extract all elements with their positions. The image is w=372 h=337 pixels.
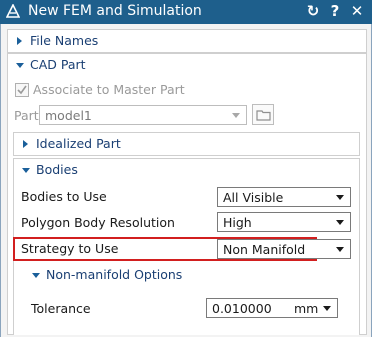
bodies-section: Bodies Bodies to Use All Visible Polygon… [13,158,360,335]
bodies-to-use-select[interactable]: All Visible [217,187,351,207]
section-title: File Names [30,33,99,48]
tolerance-unit[interactable]: mm [294,301,318,316]
tolerance-label: Tolerance [31,301,91,316]
idealized-part-header[interactable]: Idealized Part [14,133,359,155]
bodies-to-use-value: All Visible [223,190,284,205]
dialog-body: File Names CAD Part Associate to Master … [0,24,372,337]
nonmanifold-options-header[interactable]: Non-manifold Options [24,264,274,286]
associate-label: Associate to Master Part [33,82,185,97]
associate-checkbox[interactable] [15,83,29,97]
part-select[interactable]: model1 [39,105,247,125]
open-folder-button[interactable] [252,104,274,125]
section-title: CAD Part [30,57,86,72]
close-icon[interactable]: ✕ [349,1,365,21]
bodies-header[interactable]: Bodies [14,159,359,181]
tolerance-value[interactable]: 0.010000 [212,301,272,316]
expand-arrow-icon [17,37,22,45]
polygon-resolution-select[interactable]: High [217,212,351,232]
part-value: model1 [45,108,92,123]
strategy-label: Strategy to Use [21,241,119,256]
idealized-part-section: Idealized Part [13,132,360,156]
chevron-down-icon [336,220,344,225]
section-title: Non-manifold Options [46,267,183,282]
bodies-to-use-label: Bodies to Use [21,189,107,204]
chevron-down-icon [323,306,331,311]
collapse-arrow-icon [32,273,40,278]
expand-arrow-icon [23,140,28,148]
folder-icon [256,110,271,121]
strategy-select[interactable]: Non Manifold [217,239,351,259]
app-logo-icon [6,4,20,18]
polygon-resolution-value: High [223,215,252,230]
file-names-header[interactable]: File Names [8,30,366,52]
section-title: Bodies [36,162,78,177]
title-bar: New FEM and Simulation ↻ ? ✕ [0,0,372,24]
cad-part-section: CAD Part Associate to Master Part Part m… [7,53,367,335]
part-label: Part [14,108,39,123]
help-icon[interactable]: ? [327,1,343,21]
file-names-section: File Names [7,29,367,53]
strategy-value: Non Manifold [223,242,306,257]
chevron-down-icon [232,113,240,118]
tolerance-field[interactable]: 0.010000 mm [206,298,338,318]
cad-part-header[interactable]: CAD Part [8,54,366,76]
checkmark-icon [17,85,27,95]
collapse-arrow-icon [16,63,24,68]
collapse-arrow-icon [22,168,30,173]
section-title: Idealized Part [36,136,121,151]
window-title: New FEM and Simulation [28,3,202,19]
reset-icon[interactable]: ↻ [305,1,321,21]
polygon-resolution-label: Polygon Body Resolution [21,215,175,230]
chevron-down-icon [336,247,344,252]
chevron-down-icon [336,195,344,200]
